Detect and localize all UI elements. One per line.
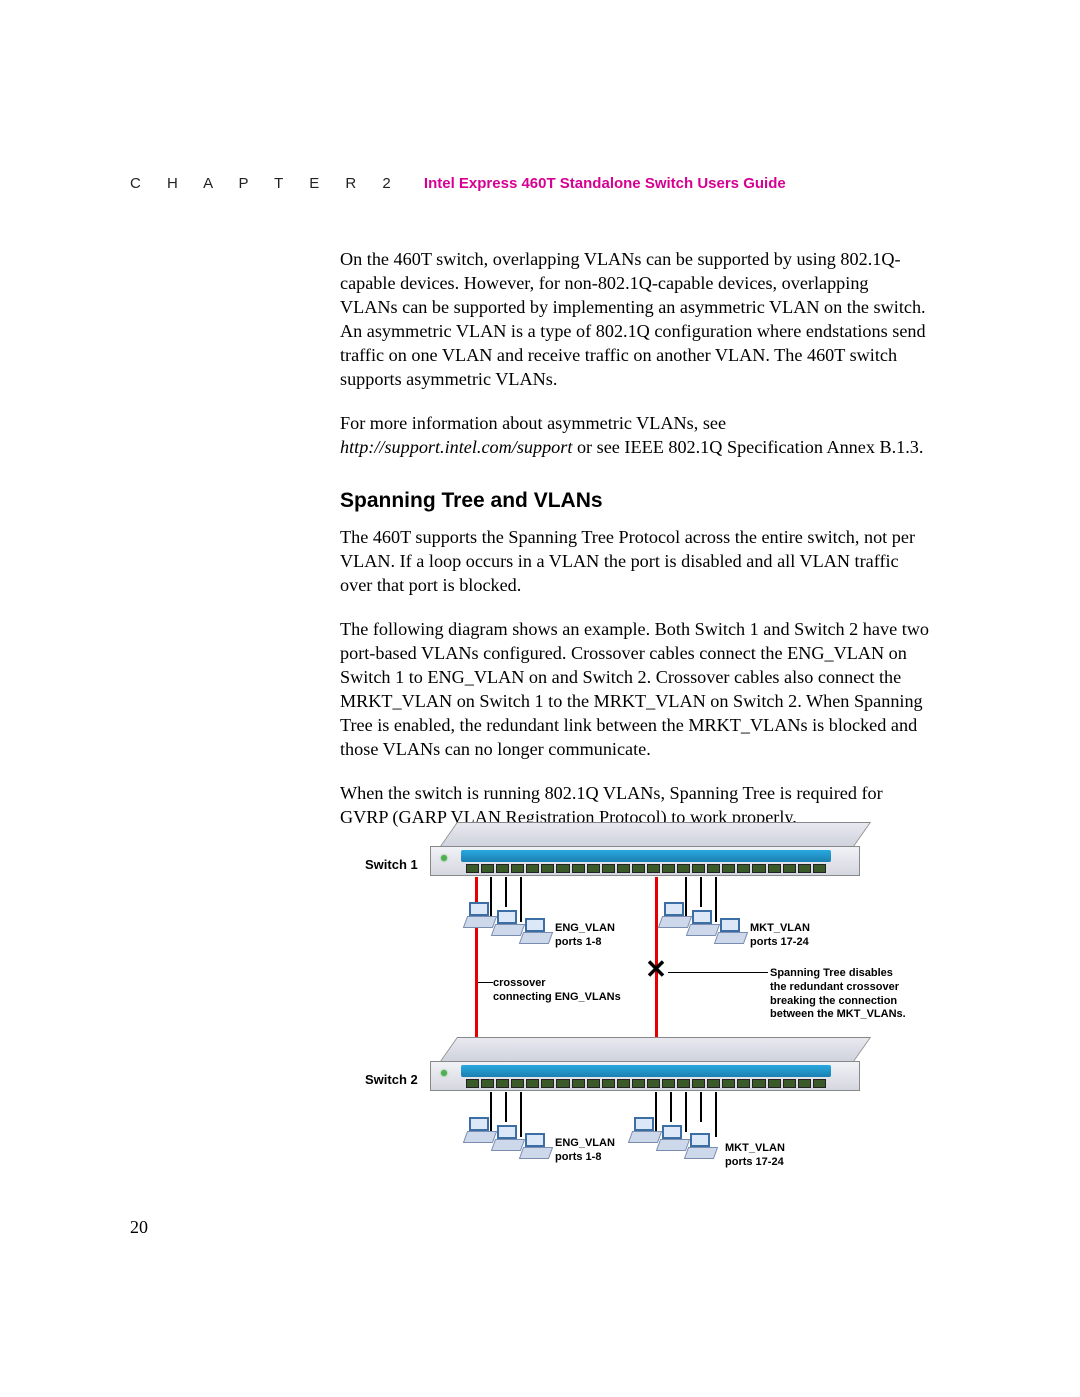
host-icon [465,902,493,926]
annotation-lead [478,982,493,983]
switch-panel [461,1065,831,1077]
host-icon [686,1133,714,1157]
paragraph-2b: or see IEEE 802.1Q Specification Annex B… [572,437,923,457]
switch-top [439,822,871,848]
host-icon [688,910,716,934]
paragraph-2: For more information about asymmetric VL… [340,411,930,459]
host-cable [700,877,702,907]
running-header: C H A P T E R 2 Intel Express 460T Stand… [130,175,950,192]
host-icon [658,1125,686,1149]
switch-ports [466,864,826,873]
network-diagram: Switch 1 ENG_VLAN ports 1-8 MKT_VLAN por… [365,822,985,1222]
paragraph-3: The 460T supports the Spanning Tree Prot… [340,525,930,597]
blocked-link-icon: ✕ [644,957,668,981]
mkt-vlan-label-2: MKT_VLAN ports 17-24 [725,1142,785,1170]
switch-2 [430,1037,860,1092]
host-icon [521,1133,549,1157]
switch-2-label: Switch 2 [365,1072,418,1087]
section-heading: Spanning Tree and VLANs [340,487,930,515]
mkt-vlan-label-1: MKT_VLAN ports 17-24 [750,922,810,950]
host-icon [521,918,549,942]
page-content: C H A P T E R 2 Intel Express 460T Stand… [130,175,950,849]
body-column: On the 460T switch, overlapping VLANs ca… [340,247,930,829]
annotation-lead [668,972,768,973]
switch-ports [466,1079,826,1088]
support-url: http://support.intel.com/support [340,437,572,457]
led-icon [441,855,447,861]
host-icon [493,910,521,934]
switch-front [430,846,860,876]
eng-vlan-label-1: ENG_VLAN ports 1-8 [555,922,615,950]
switch-1 [430,822,860,877]
paragraph-4: The following diagram shows an example. … [340,617,930,761]
led-icon [441,1070,447,1076]
eng-vlan-label-2: ENG_VLAN ports 1-8 [555,1137,615,1165]
host-cable [670,1092,672,1122]
host-icon [465,1117,493,1141]
host-cable [505,1092,507,1122]
switch-front [430,1061,860,1091]
host-cable [715,1092,717,1137]
stp-annotation: Spanning Tree disables the redundant cro… [770,967,906,1022]
guide-title: Intel Express 460T Standalone Switch Use… [424,175,786,192]
paragraph-1: On the 460T switch, overlapping VLANs ca… [340,247,930,391]
host-cable [505,877,507,907]
host-icon [630,1117,658,1141]
host-cable [700,1092,702,1122]
switch-top [439,1037,871,1063]
crossover-annotation: crossover connecting ENG_VLANs [493,977,621,1005]
host-icon [493,1125,521,1149]
chapter-label: C H A P T E R 2 [130,175,402,192]
host-icon [716,918,744,942]
paragraph-2a: For more information about asymmetric VL… [340,413,726,433]
switch-1-label: Switch 1 [365,857,418,872]
switch-panel [461,850,831,862]
page-number: 20 [130,1217,148,1238]
host-icon [660,902,688,926]
